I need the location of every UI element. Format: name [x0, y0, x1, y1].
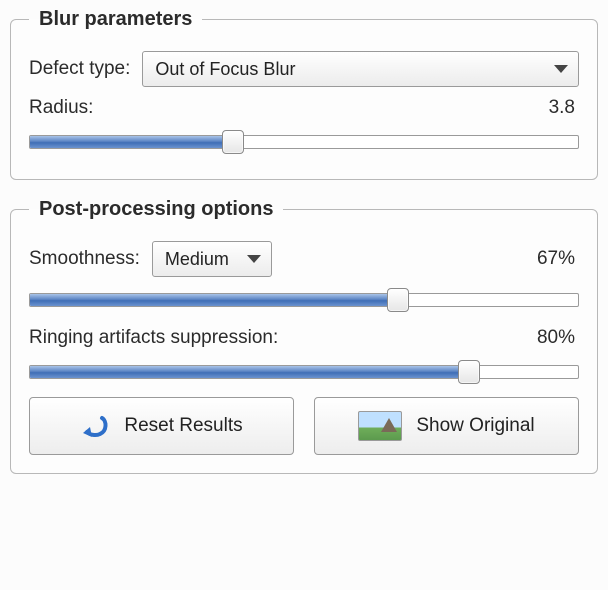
- image-thumbnail-icon: [358, 411, 402, 441]
- slider-thumb[interactable]: [458, 360, 480, 384]
- post-processing-group: Post-processing options Smoothness: Medi…: [10, 198, 598, 474]
- defect-type-combo[interactable]: Out of Focus Blur: [142, 51, 579, 87]
- radius-slider[interactable]: [29, 129, 579, 155]
- defect-type-row: Defect type: Out of Focus Blur: [29, 51, 579, 87]
- ringing-label: Ringing artifacts suppression:: [29, 327, 278, 349]
- smoothness-value: Medium: [165, 249, 229, 270]
- show-original-button[interactable]: Show Original: [314, 397, 579, 455]
- smoothness-combo[interactable]: Medium: [152, 241, 272, 277]
- radius-value: 3.8: [549, 97, 579, 119]
- undo-arrow-icon: [80, 413, 110, 439]
- chevron-down-icon: [247, 255, 261, 263]
- slider-thumb[interactable]: [387, 288, 409, 312]
- ringing-percent: 80%: [537, 327, 579, 349]
- smoothness-percent: 67%: [537, 248, 579, 270]
- smoothness-label: Smoothness:: [29, 248, 140, 270]
- defect-type-value: Out of Focus Blur: [155, 59, 295, 80]
- slider-thumb[interactable]: [222, 130, 244, 154]
- blur-parameters-legend: Blur parameters: [29, 8, 202, 31]
- post-processing-legend: Post-processing options: [29, 198, 283, 221]
- blur-parameters-group: Blur parameters Defect type: Out of Focu…: [10, 8, 598, 180]
- radius-label: Radius:: [29, 97, 93, 119]
- defect-type-label: Defect type:: [29, 58, 130, 80]
- chevron-down-icon: [554, 65, 568, 73]
- ringing-row: Ringing artifacts suppression: 80%: [29, 327, 579, 349]
- radius-row: Radius: 3.8: [29, 97, 579, 119]
- smoothness-slider[interactable]: [29, 287, 579, 313]
- reset-results-label: Reset Results: [124, 415, 242, 437]
- ringing-slider[interactable]: [29, 359, 579, 385]
- reset-results-button[interactable]: Reset Results: [29, 397, 294, 455]
- smoothness-row: Smoothness: Medium 67%: [29, 241, 579, 277]
- show-original-label: Show Original: [416, 415, 534, 437]
